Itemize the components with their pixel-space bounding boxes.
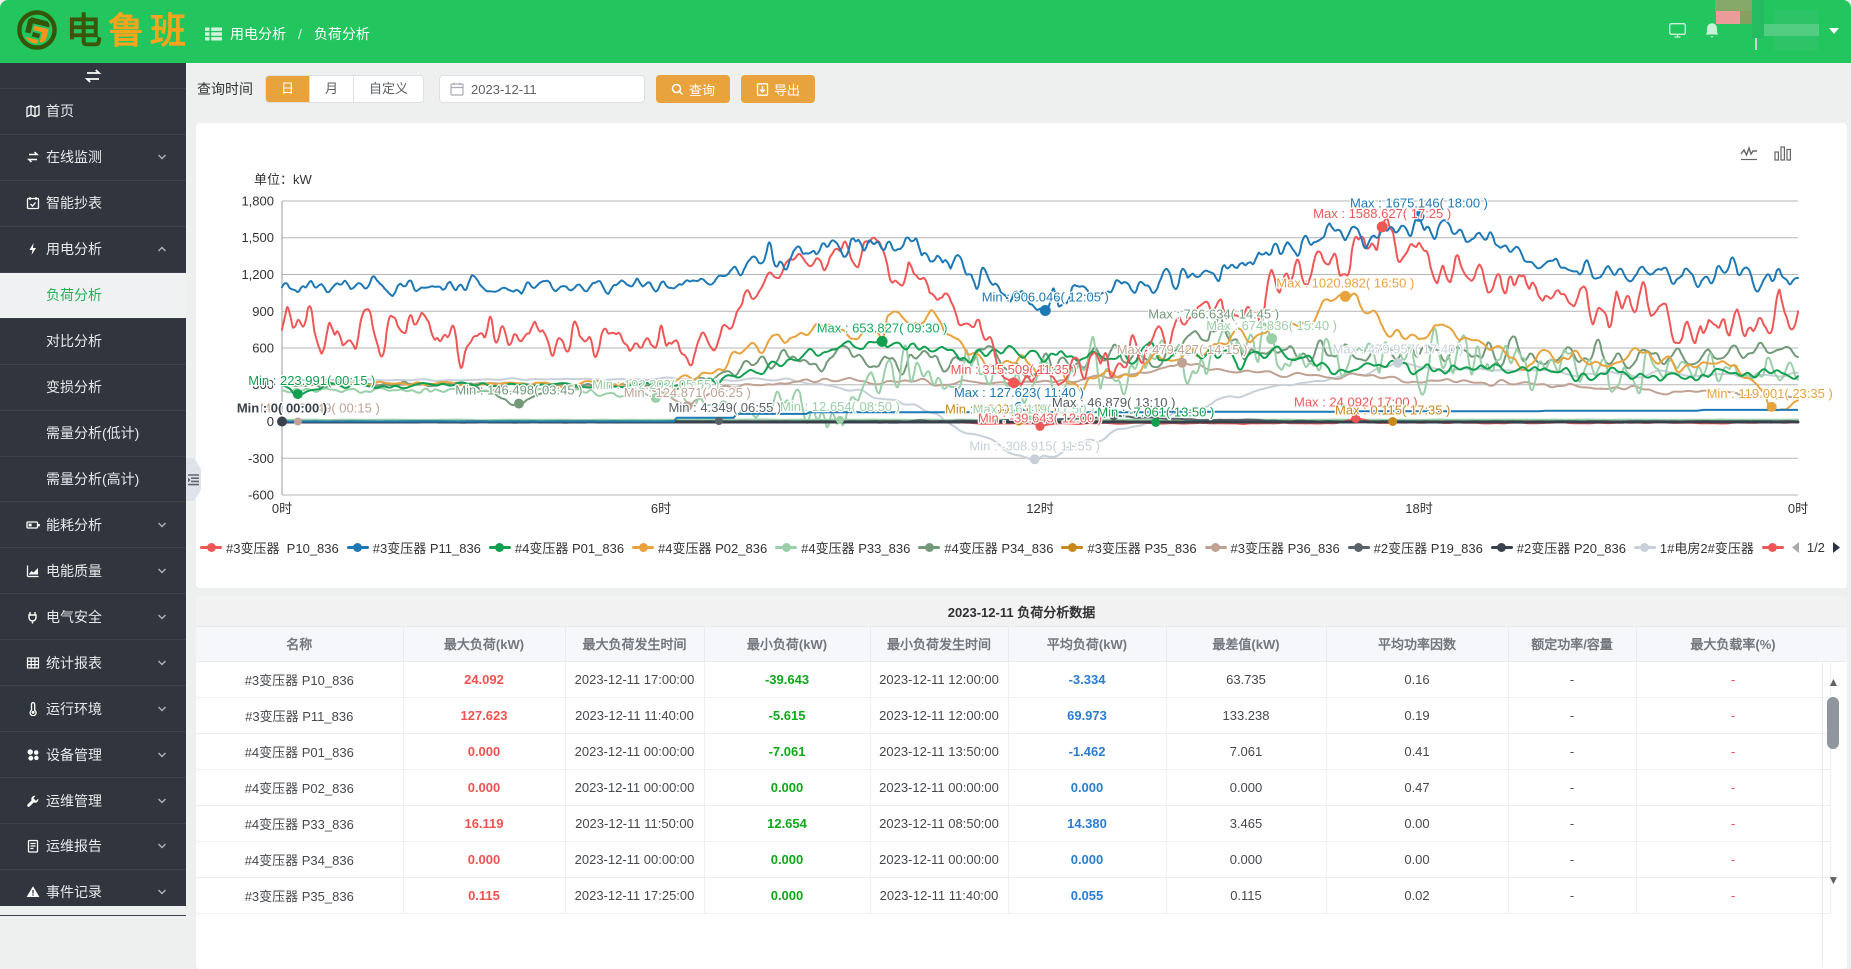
svg-text:18时: 18时	[1405, 501, 1432, 516]
svg-text:Max : 653.827( 09:30 ): Max : 653.827( 09:30 )	[817, 320, 948, 335]
svg-text:0时: 0时	[1788, 501, 1808, 516]
svg-text:Min : 315.509( 11:35 ): Min : 315.509( 11:35 )	[951, 362, 1077, 377]
svg-text:1,500: 1,500	[241, 230, 274, 245]
svg-text:Max : 479.427( 14:15 ): Max : 479.427( 14:15 )	[1117, 342, 1248, 357]
svg-text:Min : 0( 00:00 ): Min : 0( 00:00 )	[237, 401, 327, 416]
svg-text:Max : 674.836( 15:40 ): Max : 674.836( 15:40 )	[1206, 318, 1337, 333]
svg-text:Min : 4.349( 06:55 ): Min : 4.349( 06:55 )	[669, 400, 782, 415]
svg-text:单位：kW: 单位：kW	[254, 172, 313, 187]
svg-text:Min : 119.001( 23:35 ): Min : 119.001( 23:35 )	[1707, 386, 1833, 401]
svg-text:0: 0	[267, 414, 274, 429]
svg-text:6时: 6时	[651, 501, 671, 516]
svg-text:Min : 124.871( 06:25 ): Min : 124.871( 06:25 )	[624, 385, 751, 400]
svg-text:Max : 479.957( 17:40 ): Max : 479.957( 17:40 )	[1332, 342, 1463, 357]
svg-text:Min : -7.061( 13:50 ): Min : -7.061( 13:50 )	[1097, 404, 1214, 419]
svg-text:Max : 1675.146( 18:00 ): Max : 1675.146( 18:00 )	[1350, 195, 1488, 210]
svg-text:600: 600	[252, 341, 274, 356]
svg-text:-600: -600	[248, 488, 274, 503]
svg-text:Max : 1020.982( 16:50 ): Max : 1020.982( 16:50 )	[1276, 275, 1414, 290]
svg-text:Min : 146.498( 03:45 ): Min : 146.498( 03:45 )	[455, 383, 582, 398]
svg-text:Min : 12.654( 08:50 ): Min : 12.654( 08:50 )	[780, 399, 900, 414]
svg-text:1,200: 1,200	[241, 267, 274, 282]
svg-text:Min : -39.643( 12:00 ): Min : -39.643( 12:00 )	[978, 410, 1102, 425]
svg-text:Max : 0.115( 17:35 ): Max : 0.115( 17:35 )	[1335, 403, 1450, 418]
svg-text:Min : 223.991( 00:15 ): Min : 223.991( 00:15 )	[248, 373, 375, 388]
svg-text:-300: -300	[248, 451, 274, 466]
svg-text:Min : 906.046( 12:05 ): Min : 906.046( 12:05 )	[982, 290, 1109, 305]
svg-text:0时: 0时	[272, 501, 292, 516]
svg-text:1,800: 1,800	[241, 194, 274, 209]
svg-text:Min : -308.915( 11:55 ): Min : -308.915( 11:55 )	[969, 438, 1100, 453]
svg-text:12时: 12时	[1026, 501, 1053, 516]
svg-text:900: 900	[252, 304, 274, 319]
